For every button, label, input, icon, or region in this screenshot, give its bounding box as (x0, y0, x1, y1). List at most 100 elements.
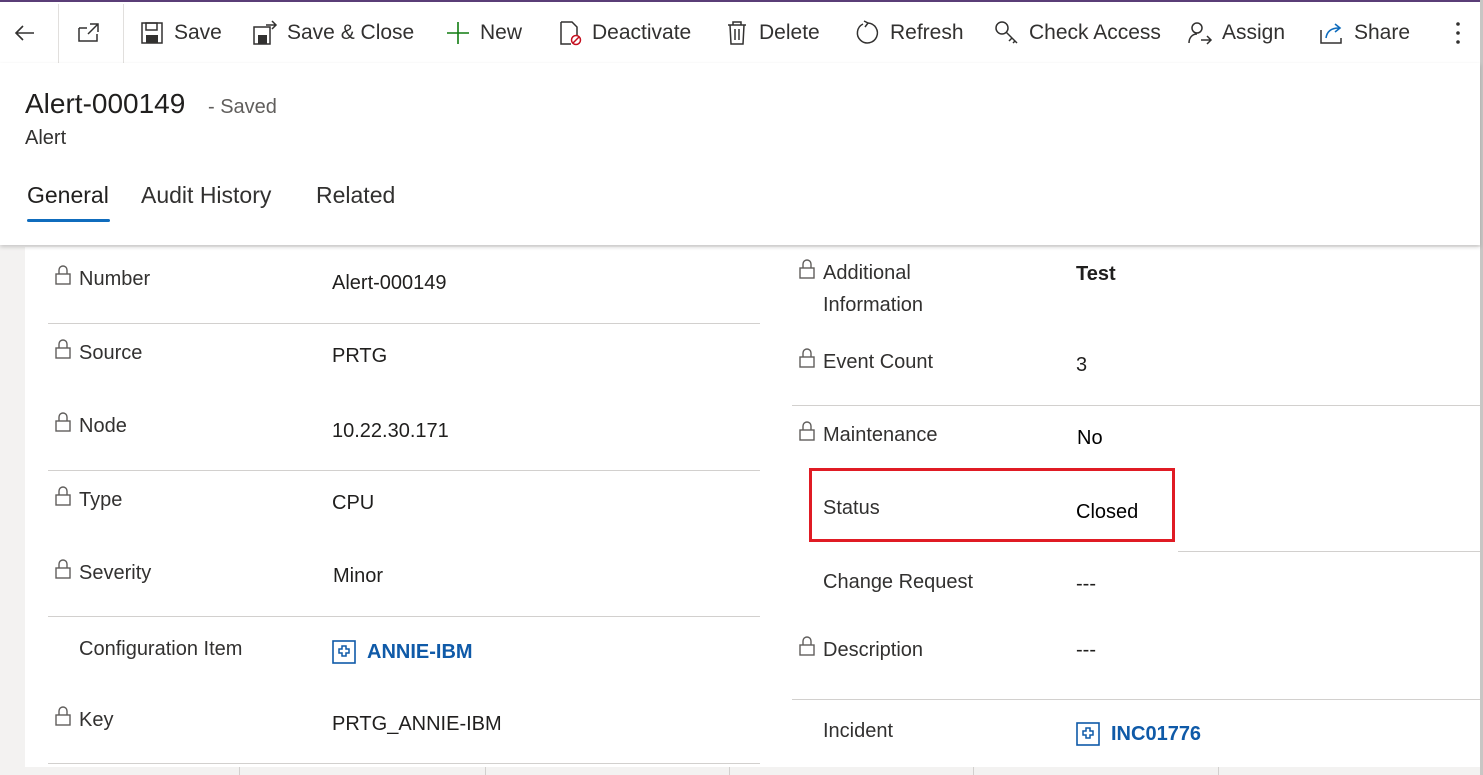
key-icon (994, 20, 1020, 46)
field-separator (48, 323, 760, 324)
lock-icon (798, 636, 816, 656)
incident-value: INC01776 (1111, 722, 1202, 745)
lock-icon (54, 265, 72, 285)
field-value-change-request[interactable]: --- (1076, 573, 1096, 596)
field-value-number[interactable]: Alert-000149 (332, 272, 447, 295)
field-label-severity: Severity (79, 562, 152, 584)
lock-icon (54, 412, 72, 432)
field-value-key[interactable]: PRTG_ANNIE-IBM (332, 713, 502, 736)
field-separator (1178, 551, 1480, 552)
field-label-node: Node (79, 415, 127, 437)
field-label-configuration-item: Configuration Item (79, 638, 243, 660)
field-separator (792, 405, 1480, 406)
entity-record-icon (1076, 722, 1100, 746)
check-access-button[interactable]: Check Access (994, 2, 1161, 63)
lock-icon (798, 348, 816, 368)
field-value-maintenance[interactable]: No (1077, 427, 1103, 450)
open-new-window-icon (76, 20, 102, 46)
footer-divider (973, 767, 974, 775)
new-button[interactable]: New (445, 2, 522, 63)
refresh-button[interactable]: Refresh (855, 2, 964, 63)
entity-record-icon (332, 640, 356, 664)
check-access-label: Check Access (1029, 20, 1161, 44)
field-label-number: Number (79, 268, 151, 290)
separator (123, 4, 124, 63)
save-label: Save (174, 20, 222, 44)
footer-divider (1218, 767, 1219, 775)
save-icon (139, 20, 165, 46)
more-commands-button[interactable] (1445, 2, 1480, 63)
separator (58, 4, 59, 63)
status-highlight-box (809, 468, 1175, 542)
plus-icon (445, 20, 471, 46)
more-vertical-icon (1445, 20, 1471, 46)
save-close-icon (252, 19, 278, 46)
configuration-item-value: ANNIE-IBM (367, 640, 473, 663)
footer-divider (729, 767, 730, 775)
footer-divider (239, 767, 240, 775)
lock-icon (54, 339, 72, 359)
field-value-type[interactable]: CPU (332, 492, 374, 515)
field-value-node[interactable]: 10.22.30.171 (332, 420, 449, 443)
lock-icon (798, 421, 816, 441)
field-value-additional-information[interactable]: Test (1076, 263, 1116, 286)
deactivate-label: Deactivate (592, 20, 692, 44)
field-value-event-count[interactable]: 3 (1076, 354, 1087, 377)
tab-related[interactable]: Related (316, 182, 395, 209)
field-separator (792, 699, 1480, 700)
lock-icon (54, 559, 72, 579)
field-label-description: Description (823, 639, 924, 661)
entity-name: Alert (25, 127, 67, 149)
field-label-event-count: Event Count (823, 351, 934, 373)
lock-icon (54, 486, 72, 506)
trash-icon (724, 20, 750, 46)
new-label: New (480, 20, 523, 44)
lock-icon (798, 259, 816, 279)
save-and-close-button[interactable]: Save & Close (252, 2, 414, 63)
incident-link[interactable]: INC01776 (1076, 722, 1201, 746)
footer-strip (0, 767, 1480, 775)
assign-label: Assign (1222, 20, 1286, 44)
field-value-description[interactable]: --- (1076, 639, 1096, 662)
save-button[interactable]: Save (139, 2, 222, 63)
field-value-severity[interactable]: Minor (333, 565, 383, 588)
field-label-additional-information-line1: Additional (823, 262, 911, 284)
field-separator (48, 616, 760, 617)
delete-button[interactable]: Delete (724, 2, 820, 63)
share-button[interactable]: Share (1319, 2, 1410, 63)
open-in-new-window-button[interactable] (76, 2, 111, 63)
refresh-label: Refresh (890, 20, 964, 44)
back-button[interactable] (12, 2, 47, 63)
assign-button[interactable]: Assign (1187, 2, 1285, 63)
configuration-item-link[interactable]: ANNIE-IBM (332, 640, 473, 664)
save-status: - Saved (208, 96, 277, 118)
deactivate-button[interactable]: Deactivate (557, 2, 691, 63)
general-form: Number Alert-000149 Source PRTG Node 10.… (25, 247, 1480, 767)
lock-icon (54, 706, 72, 726)
field-label-source: Source (79, 342, 143, 364)
delete-label: Delete (759, 20, 820, 44)
record-header: Alert-000149 - Saved Alert General Audit… (0, 63, 1480, 245)
field-label-incident: Incident (823, 720, 894, 742)
record-title: Alert-000149 (25, 88, 186, 119)
save-close-label: Save & Close (287, 20, 415, 44)
field-label-additional-information-line2: Information (823, 294, 924, 316)
tab-general[interactable]: General (27, 182, 109, 209)
share-label: Share (1354, 20, 1411, 44)
field-separator (48, 763, 760, 764)
field-label-key: Key (79, 709, 114, 731)
field-value-source[interactable]: PRTG (332, 345, 387, 368)
deactivate-document-icon (557, 20, 583, 46)
footer-divider (485, 767, 486, 775)
field-label-type: Type (79, 489, 123, 511)
field-label-change-request: Change Request (823, 571, 974, 593)
command-bar: Save Save & Close New Deactivate Delete … (0, 2, 1480, 64)
back-arrow-icon (12, 20, 38, 46)
field-label-maintenance: Maintenance (823, 424, 938, 446)
active-tab-indicator (27, 219, 110, 222)
assign-person-icon (1187, 20, 1213, 46)
tab-audit-history[interactable]: Audit History (141, 182, 271, 209)
share-icon (1319, 20, 1345, 46)
refresh-icon (855, 19, 881, 46)
field-separator (48, 470, 760, 471)
